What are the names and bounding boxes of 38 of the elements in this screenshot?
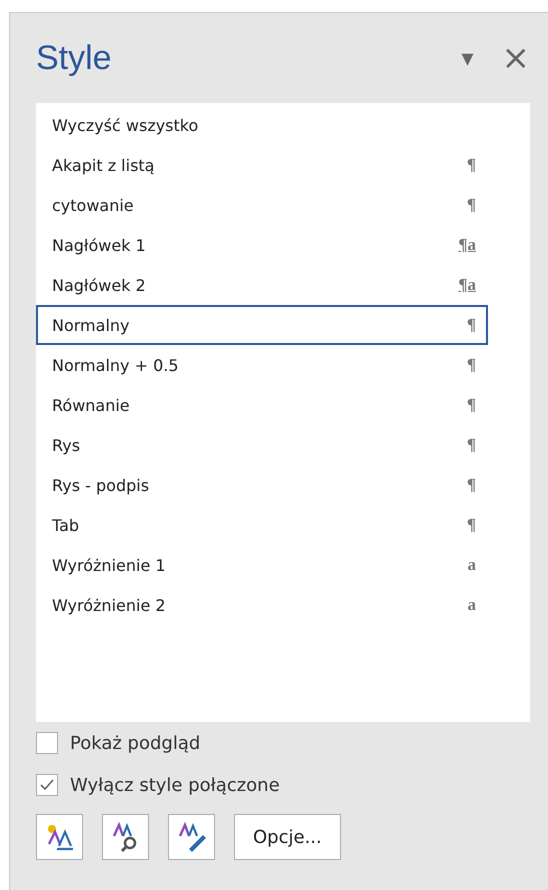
style-item[interactable]: Równanie ¶	[36, 385, 488, 425]
character-style-mark: a	[468, 595, 476, 615]
style-item[interactable]: Wyczyść wszystko	[36, 105, 488, 145]
paragraph-style-mark: ¶	[466, 515, 476, 535]
pane-menu-button[interactable]: ▾	[461, 46, 474, 70]
paragraph-style-mark: ¶	[466, 315, 476, 335]
style-item[interactable]: Normalny + 0.5 ¶	[36, 345, 488, 385]
options-button[interactable]: Opcje...	[234, 814, 341, 860]
style-item[interactable]: Tab ¶	[36, 505, 488, 545]
paragraph-style-mark: ¶	[466, 475, 476, 495]
checkbox-label: Wyłącz style połączone	[70, 774, 280, 796]
linked-style-mark: ¶a	[458, 275, 476, 295]
linked-style-mark: ¶a	[458, 235, 476, 255]
paragraph-style-mark: ¶	[466, 355, 476, 375]
paragraph-style-mark: ¶	[466, 435, 476, 455]
checkbox[interactable]	[36, 732, 58, 754]
paragraph-style-mark: ¶	[466, 155, 476, 175]
check-icon	[39, 777, 55, 793]
manage-styles-button[interactable]	[168, 814, 215, 860]
style-item[interactable]: Wyróżnienie 2 a	[36, 585, 488, 625]
style-item[interactable]: Akapit z listą ¶	[36, 145, 488, 185]
style-item[interactable]: Normalny ¶	[36, 305, 488, 345]
style-pencil-icon	[176, 822, 206, 852]
style-item[interactable]: Wyróżnienie 1 a	[36, 545, 488, 585]
style-item[interactable]: cytowanie ¶	[36, 185, 488, 225]
style-item[interactable]: Rys ¶	[36, 425, 488, 465]
new-style-button[interactable]	[36, 814, 83, 860]
paragraph-style-mark: ¶	[466, 195, 476, 215]
style-item[interactable]: Nagłówek 2 ¶a	[36, 265, 488, 305]
character-style-mark: a	[468, 555, 476, 575]
style-item[interactable]: Nagłówek 1 ¶a	[36, 225, 488, 265]
checkbox[interactable]	[36, 774, 58, 796]
paragraph-style-mark: ¶	[466, 395, 476, 415]
close-button[interactable]: ×	[502, 41, 530, 75]
checkbox-label: Pokaż podgląd	[70, 732, 200, 754]
style-inspector-button[interactable]	[102, 814, 149, 860]
style-item[interactable]: Rys - podpis ¶	[36, 465, 488, 505]
pane-title: Style	[36, 38, 113, 78]
